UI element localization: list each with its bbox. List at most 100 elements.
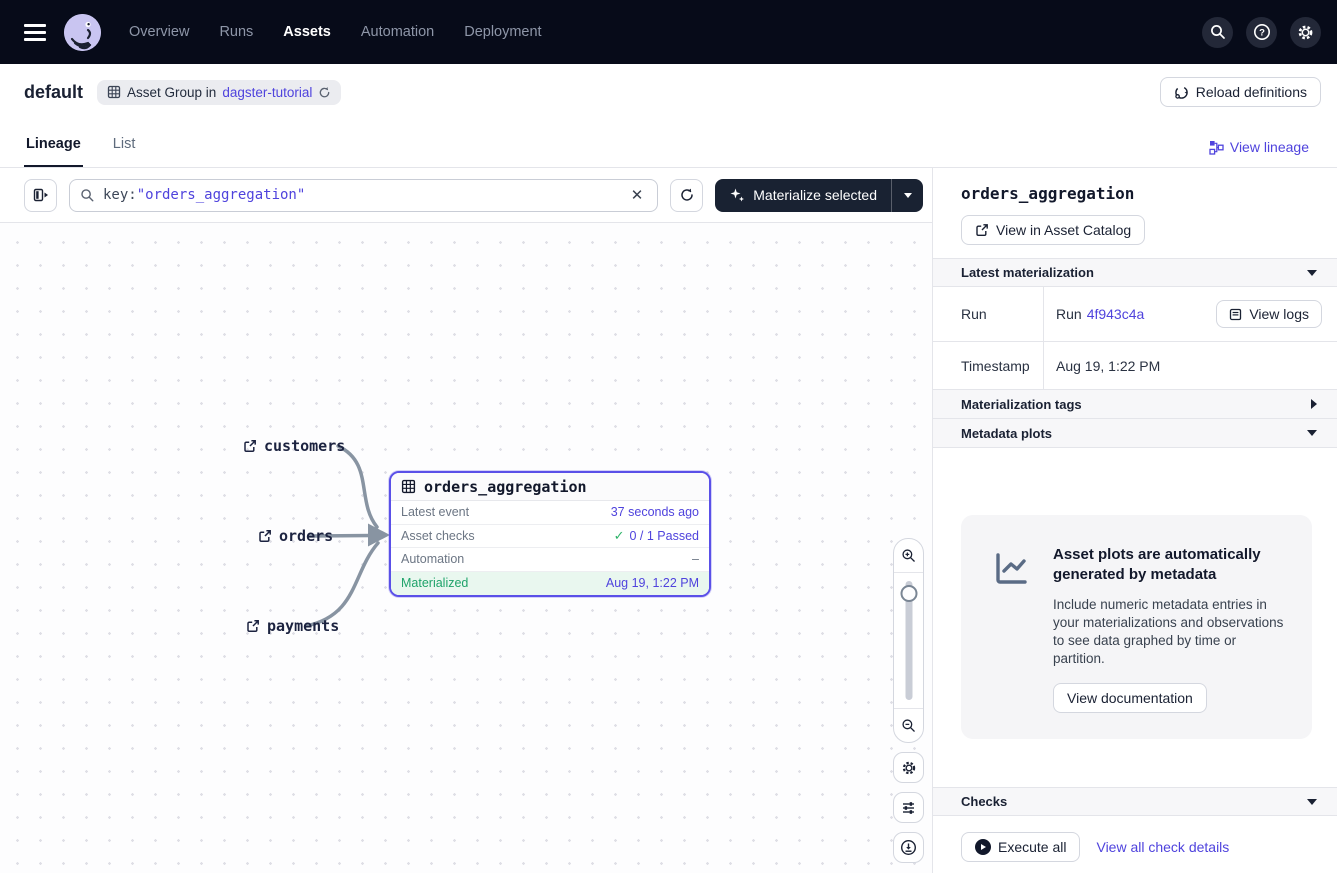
tab-lineage[interactable]: Lineage [24, 136, 83, 167]
nav-automation[interactable]: Automation [361, 24, 434, 40]
nav-overview[interactable]: Overview [129, 24, 189, 40]
table-icon [401, 479, 416, 494]
view-documentation-button[interactable]: View documentation [1053, 683, 1207, 713]
upstream-asset-orders[interactable]: orders [258, 527, 333, 545]
run-id-link[interactable]: 4f943c4a [1087, 306, 1145, 322]
clear-search-icon[interactable]: ✕ [625, 184, 650, 206]
asset-search-input[interactable]: key:"orders_aggregation" ✕ [69, 179, 658, 212]
search-icon [80, 188, 95, 203]
upstream-asset-customers[interactable]: customers [243, 437, 345, 455]
external-link-icon [243, 439, 257, 453]
node-row-latest-event: Latest event 37 seconds ago [391, 501, 709, 525]
view-in-asset-catalog-button[interactable]: View in Asset Catalog [961, 215, 1145, 245]
refresh-graph-button[interactable] [670, 179, 703, 212]
materialize-split-button: Materialize selected [715, 179, 923, 212]
help-icon[interactable]: ? [1246, 17, 1277, 48]
row-label: Asset checks [401, 529, 475, 543]
automation-value: – [692, 552, 699, 566]
materialized-timestamp[interactable]: Aug 19, 1:22 PM [606, 576, 699, 590]
view-lineage-label: View lineage [1230, 139, 1309, 155]
search-icon[interactable] [1202, 17, 1233, 48]
view-in-asset-catalog-label: View in Asset Catalog [996, 222, 1131, 238]
section-latest-materialization[interactable]: Latest materialization [933, 258, 1337, 287]
nav-assets[interactable]: Assets [283, 24, 331, 40]
settings-gear-icon[interactable] [1290, 17, 1321, 48]
tabs-bar: Lineage List View lineage [0, 120, 1337, 168]
zoom-in-icon [901, 548, 916, 563]
page-title: default [24, 82, 83, 103]
upstream-asset-label: customers [264, 437, 345, 455]
dagster-octopus-icon [64, 14, 101, 51]
asset-node-orders-aggregation[interactable]: orders_aggregation Latest event 37 secon… [389, 471, 711, 597]
zoom-out-icon [901, 718, 916, 733]
materialize-options-button[interactable] [891, 179, 923, 212]
graph-filters-button[interactable] [893, 792, 924, 823]
zoom-control [893, 538, 924, 743]
chart-icon [991, 545, 1031, 713]
lineage-pane: key:"orders_aggregation" ✕ Materialize s… [0, 168, 932, 873]
menu-icon[interactable] [24, 24, 46, 41]
timestamp-row: Timestamp Aug 19, 1:22 PM [933, 342, 1337, 390]
section-label: Checks [961, 794, 1007, 809]
chevron-down-icon [1307, 799, 1317, 805]
page-header: default Asset Group in dagster-tutorial … [0, 64, 1337, 120]
run-prefix: Run [1056, 306, 1082, 322]
chevron-down-icon [1307, 430, 1317, 436]
view-logs-button[interactable]: View logs [1216, 300, 1322, 328]
grid-icon [107, 85, 121, 99]
badge-text: Asset Group in [127, 85, 216, 100]
view-documentation-label: View documentation [1067, 690, 1193, 706]
upstream-asset-label: orders [279, 527, 333, 545]
view-logs-label: View logs [1249, 306, 1309, 322]
view-all-check-details-link[interactable]: View all check details [1096, 839, 1229, 855]
top-nav: Overview Runs Assets Automation Deployme… [0, 0, 1337, 64]
canvas-controls [893, 538, 924, 863]
chevron-right-icon [1311, 399, 1317, 409]
asset-detail-panel: orders_aggregation View in Asset Catalog… [932, 168, 1337, 873]
latest-event-value[interactable]: 37 seconds ago [611, 505, 699, 519]
materialized-status: Materialized [401, 576, 468, 590]
node-row-asset-checks: Asset checks ✓0 / 1 Passed [391, 525, 709, 549]
zoom-slider[interactable] [894, 573, 923, 708]
repo-link[interactable]: dagster-tutorial [222, 85, 312, 100]
view-lineage-link[interactable]: View lineage [1209, 139, 1309, 167]
tab-list[interactable]: List [111, 136, 138, 167]
asset-checks-value[interactable]: ✓0 / 1 Passed [614, 528, 699, 544]
search-query-term: "orders_aggregation" [137, 187, 306, 203]
asset-group-badge: Asset Group in dagster-tutorial [97, 80, 341, 105]
refresh-icon [679, 187, 695, 203]
recenter-graph-button[interactable] [893, 832, 924, 863]
materialize-selected-label: Materialize selected [753, 187, 877, 203]
node-row-materialized: Materialized Aug 19, 1:22 PM [391, 572, 709, 596]
plots-card-body: Include numeric metadata entries in your… [1053, 596, 1286, 669]
chevron-down-icon [904, 193, 912, 198]
nav-runs[interactable]: Runs [219, 24, 253, 40]
reload-definitions-button[interactable]: Reload definitions [1160, 77, 1321, 107]
node-row-automation: Automation – [391, 548, 709, 572]
section-label: Latest materialization [961, 265, 1094, 280]
row-label: Automation [401, 552, 464, 566]
nav-deployment[interactable]: Deployment [464, 24, 541, 40]
metadata-plots-content: Asset plots are automatically generated … [933, 448, 1337, 787]
section-metadata-plots[interactable]: Metadata plots [933, 419, 1337, 448]
zoom-slider-knob[interactable] [900, 585, 917, 602]
zoom-in-button[interactable] [894, 539, 923, 572]
upstream-asset-payments[interactable]: payments [246, 617, 339, 635]
upstream-asset-label: payments [267, 617, 339, 635]
panel-expand-icon [33, 187, 49, 203]
external-link-icon [246, 619, 260, 633]
execute-all-button[interactable]: Execute all [961, 832, 1080, 862]
zoom-out-button[interactable] [894, 709, 923, 742]
checks-actions: Execute all View all check details [933, 816, 1337, 862]
dagster-logo[interactable] [64, 14, 101, 51]
panel-asset-title: orders_aggregation [961, 184, 1337, 203]
materialize-selected-button[interactable]: Materialize selected [715, 179, 891, 212]
graph-settings-button[interactable] [893, 752, 924, 783]
section-materialization-tags[interactable]: Materialization tags [933, 390, 1337, 419]
section-checks[interactable]: Checks [933, 787, 1337, 816]
expand-panel-button[interactable] [24, 179, 57, 212]
sliders-icon [901, 800, 916, 815]
section-label: Materialization tags [961, 397, 1082, 412]
lineage-canvas[interactable]: customers orders payments orders_aggrega… [0, 222, 932, 873]
refresh-icon[interactable] [318, 86, 331, 99]
